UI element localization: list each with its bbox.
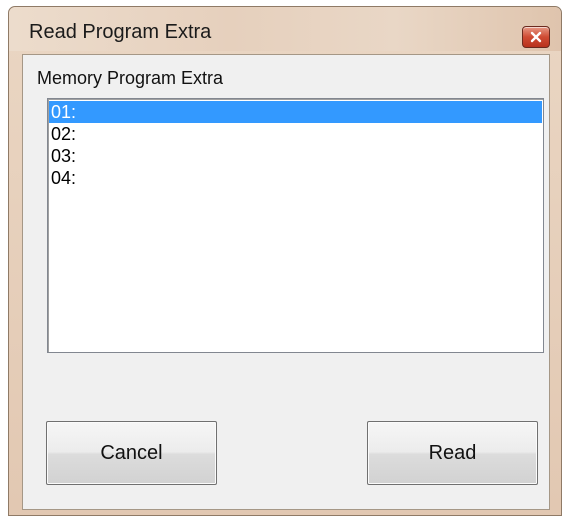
memory-program-list[interactable]: 01: 02: 03: 04: bbox=[47, 98, 544, 353]
list-item-02[interactable]: 02: bbox=[49, 123, 542, 145]
title-bar[interactable]: Read Program Extra bbox=[9, 7, 561, 51]
close-button[interactable] bbox=[522, 26, 550, 48]
list-item-04[interactable]: 04: bbox=[49, 167, 542, 189]
cancel-button[interactable]: Cancel bbox=[46, 421, 217, 485]
memory-program-extra-label: Memory Program Extra bbox=[37, 68, 224, 88]
dialog-content: Memory Program Extra 01: 02: 03: 04: Can… bbox=[22, 54, 550, 510]
list-item-01[interactable]: 01: bbox=[49, 101, 542, 123]
close-icon bbox=[530, 31, 542, 43]
read-program-extra-dialog: Read Program Extra Memory Program Extra … bbox=[8, 6, 562, 516]
window-title: Read Program Extra bbox=[29, 21, 212, 43]
read-button[interactable]: Read bbox=[367, 421, 538, 485]
list-item-03[interactable]: 03: bbox=[49, 145, 542, 167]
